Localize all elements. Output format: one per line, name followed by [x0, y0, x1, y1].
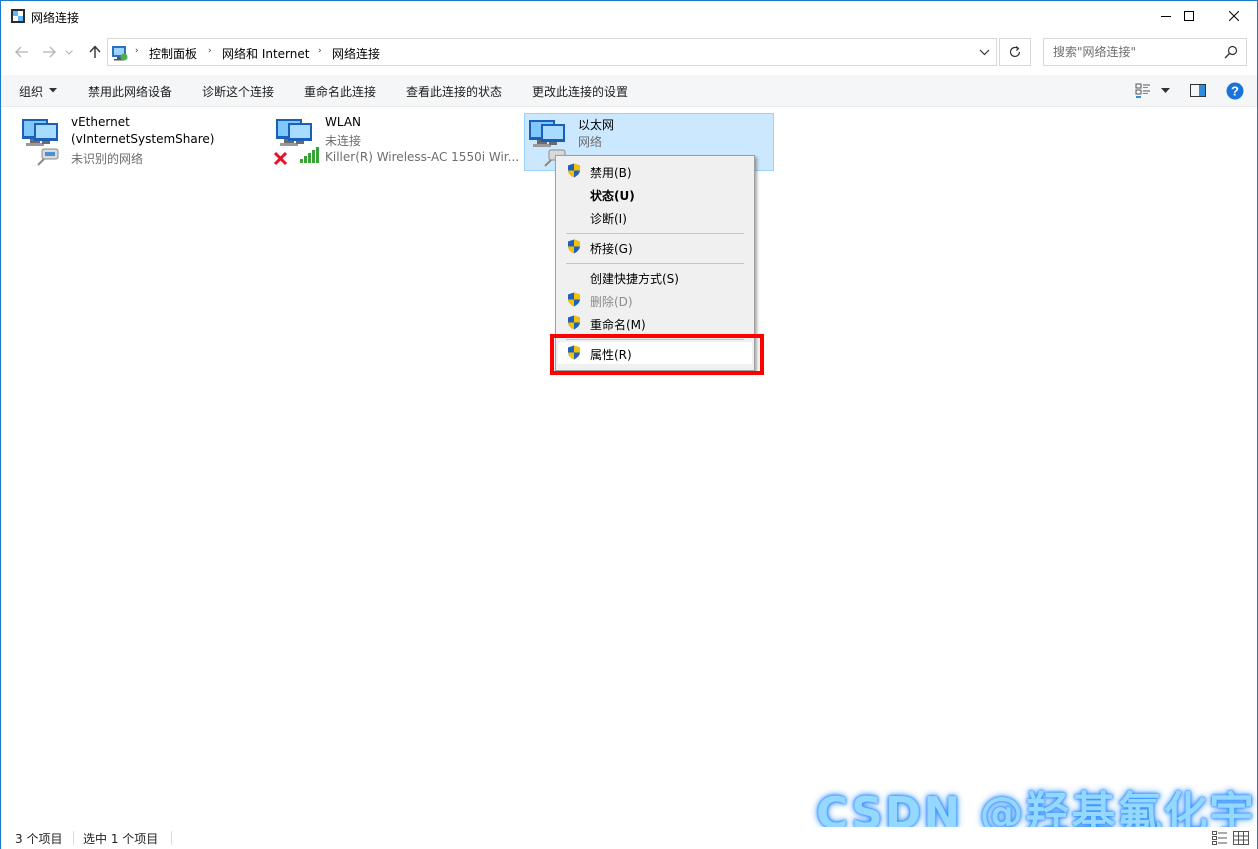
maximize-icon	[1184, 11, 1194, 21]
back-button[interactable]	[11, 41, 33, 63]
breadcrumb-separator-icon[interactable]: ›	[208, 46, 212, 56]
refresh-icon	[1009, 46, 1021, 58]
preview-pane-icon[interactable]	[1190, 84, 1206, 97]
network-share-icon	[37, 148, 59, 166]
menu-item-label: 桥接(G)	[590, 242, 633, 256]
disconnected-x-icon	[273, 151, 288, 166]
rename-connection-button[interactable]: 重命名此连接	[304, 83, 376, 100]
wifi-signal-bars-icon	[300, 147, 319, 163]
uac-shield-icon	[568, 163, 580, 178]
details-view-icon[interactable]	[1212, 831, 1228, 845]
refresh-button[interactable]	[999, 38, 1031, 66]
up-arrow-icon	[89, 45, 101, 58]
search-box[interactable]	[1043, 38, 1247, 66]
connection-name: 以太网	[578, 118, 615, 132]
breadcrumb-separator-icon[interactable]: ›	[318, 46, 322, 56]
status-separator	[73, 831, 74, 845]
uac-shield-icon	[568, 292, 580, 307]
navigation-row: › 控制面板 › 网络和 Internet › 网络连接	[1, 37, 1257, 67]
uac-shield-icon	[568, 239, 580, 254]
breadcrumb-control-panel[interactable]: 控制面板	[149, 45, 197, 62]
connection-name: WLAN	[325, 115, 362, 129]
chevron-down-icon[interactable]	[49, 88, 57, 93]
item-count: 3 个项目	[15, 832, 63, 846]
breadcrumb-network-connections[interactable]: 网络连接	[332, 45, 380, 62]
close-button[interactable]	[1211, 1, 1257, 31]
window-title: 网络连接	[31, 11, 80, 25]
control-panel-icon	[112, 46, 128, 61]
menu-item-label: 重命名(M)	[590, 318, 646, 332]
menu-separator	[566, 233, 744, 234]
recent-locations-button[interactable]	[62, 41, 76, 63]
menu-item-disable[interactable]: 禁用(B)	[558, 160, 752, 182]
network-connections-window: 网络连接 › 控制面板 › 网络和 Internet › 网络连接 搜索"网络连…	[0, 0, 1258, 849]
address-dropdown-chevron-icon[interactable]	[979, 46, 990, 58]
connection-status: 未连接	[325, 134, 362, 148]
maximize-button[interactable]	[1166, 1, 1212, 31]
address-bar[interactable]: › 控制面板 › 网络和 Internet › 网络连接	[107, 38, 997, 66]
close-icon	[1229, 11, 1239, 21]
command-bar: 组织 禁用此网络设备 诊断这个连接 重命名此连接 查看此连接的状态 更改此连接的…	[1, 75, 1257, 107]
menu-item-diagnose[interactable]: 诊断(I)	[558, 206, 752, 228]
connection-device: 未识别的网络	[71, 152, 144, 166]
disable-device-button[interactable]: 禁用此网络设备	[88, 83, 172, 100]
status-bar: 3 个项目 选中 1 个项目	[1, 827, 1257, 849]
connection-item-vethernet[interactable]: vEthernet (vInternetSystemShare) 未识别的网络	[18, 113, 248, 171]
menu-item-label: 创建快捷方式(S)	[590, 272, 679, 286]
change-view-icon[interactable]	[1135, 83, 1153, 99]
up-button[interactable]	[84, 41, 106, 63]
breadcrumb-separator-icon: ›	[135, 46, 139, 56]
connection-device: Killer(R) Wireless-AC 1550i Wir...	[325, 150, 520, 164]
breadcrumb-network-internet[interactable]: 网络和 Internet	[222, 45, 309, 62]
status-separator	[171, 831, 172, 845]
menu-item-label: 禁用(B)	[590, 166, 632, 180]
menu-item-bridge[interactable]: 桥接(G)	[558, 236, 752, 258]
menu-item-create-shortcut[interactable]: 创建快捷方式(S)	[558, 266, 752, 288]
menu-item-label: 状态(U)	[590, 189, 635, 203]
selection-count: 选中 1 个项目	[83, 832, 159, 846]
view-status-button[interactable]: 查看此连接的状态	[406, 83, 502, 100]
view-options-chevron-icon[interactable]	[1161, 88, 1170, 94]
annotation-highlight-box	[550, 334, 764, 375]
back-arrow-icon	[15, 46, 28, 58]
search-input[interactable]	[1044, 39, 1220, 65]
menu-item-delete[interactable]: 删除(D)	[558, 289, 752, 311]
svg-text:?: ?	[1231, 84, 1239, 99]
connection-name: vEthernet	[71, 115, 130, 129]
network-adapter-icon	[22, 119, 59, 166]
uac-shield-icon	[568, 315, 580, 330]
change-settings-button[interactable]: 更改此连接的设置	[532, 83, 628, 100]
menu-separator	[566, 263, 744, 264]
menu-item-label: 删除(D)	[590, 295, 633, 309]
help-icon[interactable]: ?	[1226, 82, 1244, 100]
search-icon[interactable]	[1224, 45, 1238, 59]
menu-item-label: 诊断(I)	[590, 212, 627, 226]
connection-status: 网络	[578, 135, 603, 149]
menu-item-rename[interactable]: 重命名(M)	[558, 312, 752, 334]
connection-status: (vInternetSystemShare)	[71, 132, 215, 146]
diagnose-connection-button[interactable]: 诊断这个连接	[202, 83, 274, 100]
chevron-down-icon	[65, 49, 73, 55]
title-bar[interactable]: 网络连接	[1, 1, 1257, 31]
forward-arrow-icon	[43, 46, 56, 58]
network-connections-app-icon	[11, 9, 25, 23]
large-icons-view-icon[interactable]	[1233, 831, 1249, 845]
organize-menu-button[interactable]: 组织	[19, 83, 43, 100]
network-adapter-icon	[273, 119, 319, 166]
menu-item-status[interactable]: 状态(U)	[558, 183, 752, 205]
forward-button[interactable]	[38, 41, 60, 63]
connection-item-wlan[interactable]: WLAN 未连接 Killer(R) Wireless-AC 1550i Wir…	[272, 113, 520, 171]
